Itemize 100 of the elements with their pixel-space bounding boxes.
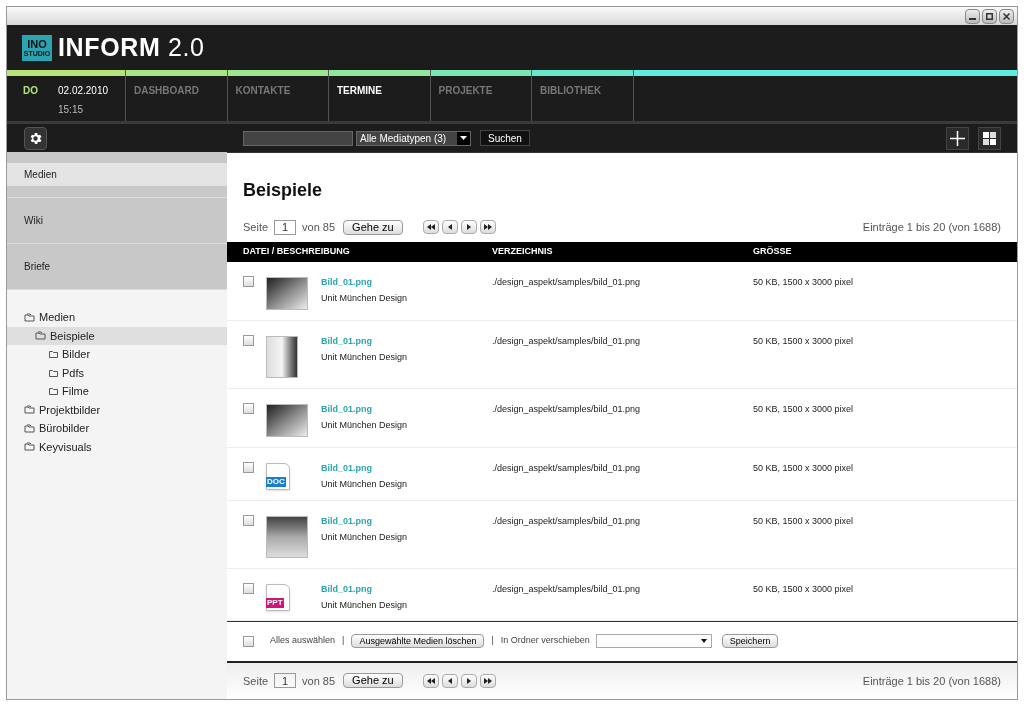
first-page-button[interactable] [422,220,439,235]
next-page-button[interactable] [460,673,477,688]
sidebar-section[interactable]: Wiki [7,198,227,244]
page-title: Beispiele [242,179,324,202]
checkbox[interactable] [243,334,254,346]
file-description: Unit München Design [321,351,409,364]
settings-icon [28,130,43,146]
file-path: ./design_aspekt/samples/bild_01.png [492,334,642,348]
caret-icon [700,639,707,643]
previous-page-button[interactable] [441,220,458,235]
last-page-button[interactable] [479,673,496,688]
previous-page-button[interactable] [441,673,458,688]
minimize-icon [969,17,976,20]
maximize-icon [986,12,993,20]
add-button[interactable] [946,126,969,150]
photo-placeholder [266,335,298,378]
last-page-button[interactable] [479,220,496,235]
date: 02.02.2010 [58,84,109,98]
tree-item[interactable]: Keyvisuals [7,437,227,456]
caret-icon [460,136,467,140]
grid-icon [983,131,996,145]
doc-file-icon: DOC [266,462,290,490]
time: 15:15 [58,103,85,117]
file-size: 50 KB, 1500 x 3000 pixel [753,334,854,348]
tree-item[interactable]: Filme [7,382,227,401]
entries-count: Einträge 1 bis 20 (von 1688) [862,673,1001,689]
go-to-button[interactable]: Gehe zu [343,673,403,689]
separator: | [491,634,494,648]
checkbox[interactable] [243,275,254,287]
checkbox[interactable] [243,582,254,594]
folder-icon [24,405,35,415]
page-label: Seite [243,220,269,235]
nav-tab[interactable]: BIBLIOTHEK [532,76,602,98]
checkbox[interactable] [243,635,254,647]
sidebar-section[interactable]: Medien [7,152,227,198]
nav-tab[interactable]: DASHBOARD [126,76,199,98]
checkbox[interactable] [243,461,254,473]
file-description: Unit München Design [321,478,409,491]
tree-item[interactable]: Beispiele [7,326,227,345]
photo-placeholder [266,276,308,310]
folder-icon [24,423,35,433]
file-description: Unit München Design [321,599,409,612]
grid-view-button[interactable] [978,126,1001,150]
folder-icon [24,312,35,322]
search-field[interactable] [243,130,353,146]
app-title: INFORM 2.0 [58,31,205,63]
folder-icon [35,331,46,341]
page-count: von 85 [302,220,336,235]
last-page-arrow-icon [482,676,493,685]
sidebar-section[interactable]: Briefe [7,244,227,290]
file-size: 50 KB, 1500 x 3000 pixel [753,275,854,289]
go-to-button[interactable]: Gehe zu [343,219,403,235]
file-description: Unit München Design [321,292,409,305]
nav-tab[interactable]: KONTAKTE [227,76,291,98]
tree-item[interactable]: Medien [7,308,227,327]
page-label: Seite [243,673,269,689]
media-type-dropdown[interactable]: Alle Mediatypen (3) [356,130,471,146]
nav-tab[interactable]: PROJEKTE [430,76,493,98]
file-size: 50 KB, 1500 x 3000 pixel [753,461,854,475]
file-path: ./design_aspekt/samples/bild_01.png [492,275,642,289]
settings-button[interactable] [24,126,47,150]
checkbox[interactable] [243,514,254,526]
select-all-label: Alles auswählen [270,634,336,648]
file-path: ./design_aspekt/samples/bild_01.png [492,461,642,475]
plus-icon [950,130,965,146]
ppt-file-icon: PPT [266,583,290,611]
next-page-button[interactable] [460,220,477,235]
page-count: von 85 [302,673,336,689]
separator: | [342,634,345,648]
close-button[interactable] [999,8,1014,24]
file-path: ./design_aspekt/samples/bild_01.png [492,402,642,416]
photo-placeholder [266,403,308,437]
file-size: 50 KB, 1500 x 3000 pixel [753,402,854,416]
close-icon [1003,12,1010,20]
file-description: Unit München Design [321,419,409,432]
delete-selected-button[interactable]: Ausgewählte Medien löschen [351,634,485,648]
tree-item[interactable]: Pdfs [7,363,227,382]
file-size: 50 KB, 1500 x 3000 pixel [753,582,854,596]
move-label: In Ordner verschieben [500,634,590,648]
file-path: ./design_aspekt/samples/bild_01.png [492,582,642,596]
tree-item[interactable]: Bürobilder [7,419,227,438]
nav-tab[interactable]: TERMINE [329,76,382,98]
file-description: Unit München Design [321,531,409,544]
folder-icon [24,442,35,452]
table-header: DATEI / BESCHREIBUNG VERZEICHNIS GRÖSSE [227,241,1017,262]
maximize-button[interactable] [982,8,997,24]
folder-icon [49,387,58,396]
checkbox[interactable] [243,402,254,414]
search-button[interactable]: Suchen [480,130,530,146]
minimize-button[interactable] [965,8,980,24]
entries-count: Einträge 1 bis 20 (von 1688) [862,220,1001,235]
tree-item[interactable]: Projektbilder [7,400,227,419]
save-button[interactable]: Speichern [721,634,779,648]
first-page-arrow-icon [425,676,436,685]
photo-placeholder [266,515,308,558]
page-input[interactable]: 1 [274,219,297,235]
file-path: ./design_aspekt/samples/bild_01.png [492,514,642,528]
first-page-button[interactable] [422,673,439,688]
tree-item[interactable]: Bilder [7,345,227,364]
page-input[interactable]: 1 [274,673,297,689]
